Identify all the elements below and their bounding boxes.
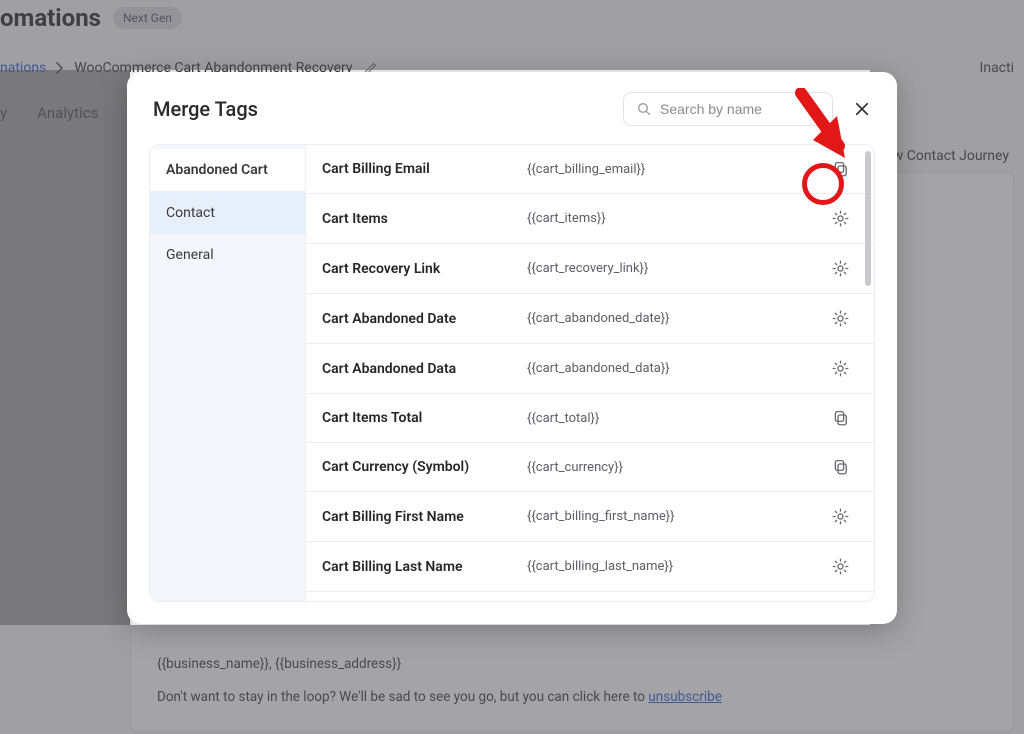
sidebar-item-abandoned-cart[interactable]: Abandoned Cart bbox=[150, 149, 305, 192]
tag-code: {{cart_currency}} bbox=[527, 460, 832, 475]
tag-label: Cart Billing Last Name bbox=[322, 559, 527, 575]
copy-icon[interactable] bbox=[832, 409, 850, 427]
tag-row: Cart Items Total{{cart_total}} bbox=[306, 394, 874, 443]
search-input[interactable] bbox=[660, 101, 820, 117]
tag-label: Cart Currency (Symbol) bbox=[322, 459, 527, 475]
tag-code: {{cart_total}} bbox=[527, 411, 832, 426]
search-icon bbox=[636, 101, 652, 117]
tag-code: {{cart_recovery_link}} bbox=[527, 261, 831, 276]
tag-row: Cart Abandoned Date{{cart_abandoned_date… bbox=[306, 294, 874, 344]
gear-icon[interactable] bbox=[831, 507, 850, 526]
tag-code: {{cart_abandoned_date}} bbox=[527, 311, 831, 326]
gear-icon[interactable] bbox=[831, 359, 850, 378]
gear-icon[interactable] bbox=[831, 309, 850, 328]
close-icon bbox=[853, 100, 871, 118]
search-input-wrapper[interactable] bbox=[623, 92, 833, 126]
tag-code: {{cart_billing_first_name}} bbox=[527, 509, 831, 524]
tag-row: Cart Billing Email{{cart_billing_email}} bbox=[306, 145, 874, 194]
copy-icon[interactable] bbox=[832, 160, 850, 178]
tag-code: {{cart_abandoned_data}} bbox=[527, 361, 831, 376]
tag-label: Cart Recovery Link bbox=[322, 261, 527, 277]
copy-icon[interactable] bbox=[832, 458, 850, 476]
tag-label: Cart Items bbox=[322, 211, 527, 227]
tag-row: Cart Abandoned Data{{cart_abandoned_data… bbox=[306, 344, 874, 394]
tag-row: Cart Currency (Symbol){{cart_currency}} bbox=[306, 443, 874, 492]
tag-row: Cart Billing First Name{{cart_billing_fi… bbox=[306, 492, 874, 542]
tag-label: Cart Billing Email bbox=[322, 161, 527, 177]
gear-icon[interactable] bbox=[831, 259, 850, 278]
merge-tags-sidebar: Abandoned CartContactGeneral bbox=[150, 145, 306, 601]
tag-code: {{cart_billing_email}} bbox=[527, 162, 832, 177]
tag-row: Cart Items{{cart_items}} bbox=[306, 194, 874, 244]
modal-backdrop-left bbox=[0, 70, 130, 625]
modal-title: Merge Tags bbox=[153, 97, 258, 121]
sidebar-item-general[interactable]: General bbox=[150, 234, 305, 276]
tag-label: Cart Abandoned Date bbox=[322, 311, 527, 327]
tag-code: {{cart_billing_last_name}} bbox=[527, 559, 831, 574]
close-button[interactable] bbox=[853, 100, 871, 118]
merge-tags-modal: Merge Tags Abandoned CartContactGeneral bbox=[127, 72, 897, 624]
tag-label: Cart Abandoned Data bbox=[322, 361, 527, 377]
merge-tags-list: Cart Billing Email{{cart_billing_email}}… bbox=[306, 145, 874, 601]
tag-row: Cart Billing Last Name{{cart_billing_las… bbox=[306, 542, 874, 592]
tag-row: Cart Recovery Link{{cart_recovery_link}} bbox=[306, 244, 874, 294]
gear-icon[interactable] bbox=[831, 557, 850, 576]
tag-label: Cart Billing First Name bbox=[322, 509, 527, 525]
sidebar-item-contact[interactable]: Contact bbox=[150, 192, 305, 234]
tag-code: {{cart_items}} bbox=[527, 211, 831, 226]
gear-icon[interactable] bbox=[831, 209, 850, 228]
scrollbar-thumb[interactable] bbox=[865, 151, 871, 286]
tag-label: Cart Items Total bbox=[322, 410, 527, 426]
